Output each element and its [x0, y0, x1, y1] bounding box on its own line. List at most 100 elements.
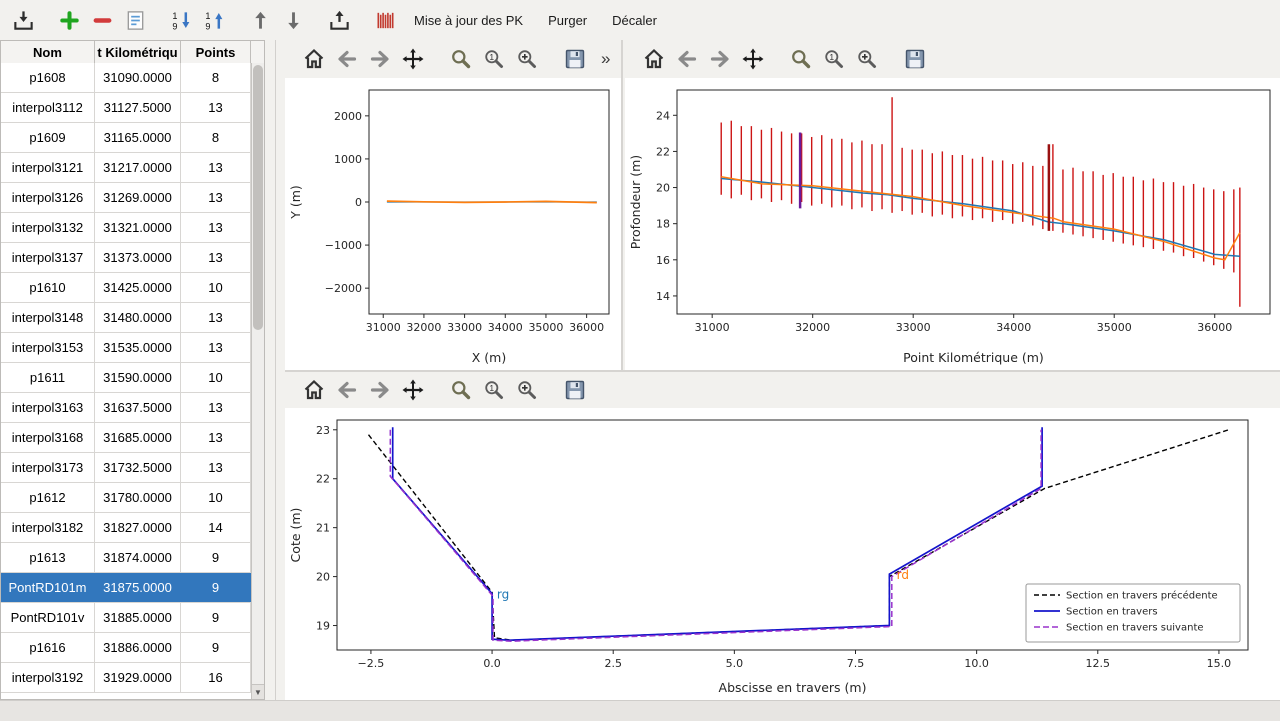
- cell-pk: 31535.0000: [95, 333, 181, 362]
- zoom-original-button[interactable]: 1: [819, 44, 849, 74]
- table-row[interactable]: p161131590.000010: [1, 363, 251, 393]
- scrollbar-down-button[interactable]: ▼: [252, 684, 264, 699]
- table-row[interactable]: interpol312131217.000013: [1, 153, 251, 183]
- column-header-pk[interactable]: t Kilométriqu: [95, 41, 181, 63]
- forward-button[interactable]: [705, 44, 735, 74]
- main-toolbar-icons: 1919: [10, 7, 398, 33]
- back-button[interactable]: [332, 375, 362, 405]
- save-button[interactable]: [560, 375, 590, 405]
- table-row[interactable]: p161231780.000010: [1, 483, 251, 513]
- zoom-original-button[interactable]: 1: [479, 44, 509, 74]
- pan-button[interactable]: [398, 375, 428, 405]
- move-up-button[interactable]: [247, 7, 273, 33]
- svg-text:1: 1: [829, 52, 834, 62]
- table-row[interactable]: p160831090.00008: [1, 63, 251, 93]
- cell-pk: 31269.0000: [95, 183, 181, 212]
- zoom-original-icon: 1: [822, 47, 846, 71]
- table-row[interactable]: interpol319231929.000016: [1, 663, 251, 693]
- save-button[interactable]: [560, 44, 590, 74]
- table-row[interactable]: p161631886.00009: [1, 633, 251, 663]
- sort-descending-button[interactable]: 19: [168, 7, 194, 33]
- svg-text:35000: 35000: [528, 321, 563, 334]
- menu-decaler[interactable]: Décaler: [603, 8, 666, 33]
- pan-icon: [741, 47, 765, 71]
- cross-section-canvas[interactable]: −2.50.02.55.07.510.012.515.01920212223rg…: [285, 408, 1280, 700]
- svg-text:31000: 31000: [366, 321, 401, 334]
- move-down-button[interactable]: [280, 7, 306, 33]
- scrollbar-thumb[interactable]: [253, 65, 263, 330]
- zoom-rect-button[interactable]: [512, 375, 542, 405]
- cell-pk: 31780.0000: [95, 483, 181, 512]
- zoom-rect-button[interactable]: [512, 44, 542, 74]
- pk-sections-button[interactable]: [372, 7, 398, 33]
- table-row[interactable]: interpol318231827.000014: [1, 513, 251, 543]
- pan-button[interactable]: [398, 44, 428, 74]
- save-button[interactable]: [900, 44, 930, 74]
- sort-ascending-button[interactable]: 19: [201, 7, 227, 33]
- menu-mise-a-jour-pk[interactable]: Mise à jour des PK: [405, 8, 532, 33]
- home-button[interactable]: [639, 44, 669, 74]
- table-row[interactable]: interpol313231321.000013: [1, 213, 251, 243]
- svg-text:20: 20: [316, 571, 330, 584]
- table-row[interactable]: interpol311231127.500013: [1, 93, 251, 123]
- column-header-points[interactable]: Points: [181, 41, 251, 63]
- table-row[interactable]: interpol316331637.500013: [1, 393, 251, 423]
- table-row[interactable]: interpol315331535.000013: [1, 333, 251, 363]
- forward-button[interactable]: [365, 44, 395, 74]
- svg-text:20: 20: [656, 182, 670, 195]
- zoom-rect-button[interactable]: [852, 44, 882, 74]
- toolbar-overflow-button[interactable]: »: [601, 49, 610, 69]
- form-icon: [124, 9, 147, 32]
- svg-text:10.0: 10.0: [964, 657, 989, 670]
- add-button[interactable]: [56, 7, 82, 33]
- cell-nom: interpol3112: [1, 93, 95, 122]
- svg-text:34000: 34000: [996, 321, 1031, 334]
- plot-splitter-vertical[interactable]: [621, 40, 623, 371]
- home-button[interactable]: [299, 44, 329, 74]
- table-row[interactable]: interpol313731373.000013: [1, 243, 251, 273]
- table-row[interactable]: interpol316831685.000013: [1, 423, 251, 453]
- cell-points: 10: [181, 483, 251, 512]
- table-row[interactable]: p160931165.00008: [1, 123, 251, 153]
- pk-sections-icon: [374, 9, 397, 32]
- menu-purger[interactable]: Purger: [539, 8, 596, 33]
- cell-nom: PontRD101m: [1, 573, 95, 602]
- table-row[interactable]: PontRD101m31875.00009: [1, 573, 251, 603]
- table-row[interactable]: interpol317331732.500013: [1, 453, 251, 483]
- forward-button[interactable]: [365, 375, 395, 405]
- back-icon: [335, 378, 359, 402]
- home-button[interactable]: [299, 375, 329, 405]
- back-button[interactable]: [672, 44, 702, 74]
- cell-nom: interpol3137: [1, 243, 95, 272]
- svg-text:1: 1: [172, 11, 177, 21]
- table-row[interactable]: PontRD101v31885.00009: [1, 603, 251, 633]
- table-row[interactable]: interpol314831480.000013: [1, 303, 251, 333]
- cell-nom: interpol3173: [1, 453, 95, 482]
- import-button[interactable]: [10, 7, 36, 33]
- panel-splitter-vertical[interactable]: [275, 40, 276, 700]
- zoom-button[interactable]: [786, 44, 816, 74]
- sections-table: Nom t Kilométriqu Points p160831090.0000…: [0, 40, 265, 700]
- svg-text:12.5: 12.5: [1086, 657, 1111, 670]
- export-button[interactable]: [326, 7, 352, 33]
- table-scrollbar[interactable]: ▼: [251, 63, 264, 699]
- cell-points: 9: [181, 573, 251, 602]
- column-header-nom[interactable]: Nom: [1, 41, 95, 63]
- back-button[interactable]: [332, 44, 362, 74]
- form-button[interactable]: [122, 7, 148, 33]
- cell-points: 13: [181, 243, 251, 272]
- profile-canvas[interactable]: 3100032000330003400035000360001416182022…: [625, 78, 1280, 370]
- table-row[interactable]: p161031425.000010: [1, 273, 251, 303]
- plan-view-canvas[interactable]: 310003200033000340003500036000−2000−1000…: [285, 78, 621, 370]
- zoom-button[interactable]: [446, 375, 476, 405]
- table-row[interactable]: p161331874.00009: [1, 543, 251, 573]
- pan-button[interactable]: [738, 44, 768, 74]
- zoom-original-button[interactable]: 1: [479, 375, 509, 405]
- table-row[interactable]: interpol312631269.000013: [1, 183, 251, 213]
- zoom-button[interactable]: [446, 44, 476, 74]
- cell-nom: p1612: [1, 483, 95, 512]
- svg-text:21: 21: [316, 522, 330, 535]
- svg-text:24: 24: [656, 109, 670, 122]
- remove-button[interactable]: [89, 7, 115, 33]
- svg-text:Abscisse en travers (m): Abscisse en travers (m): [719, 680, 867, 695]
